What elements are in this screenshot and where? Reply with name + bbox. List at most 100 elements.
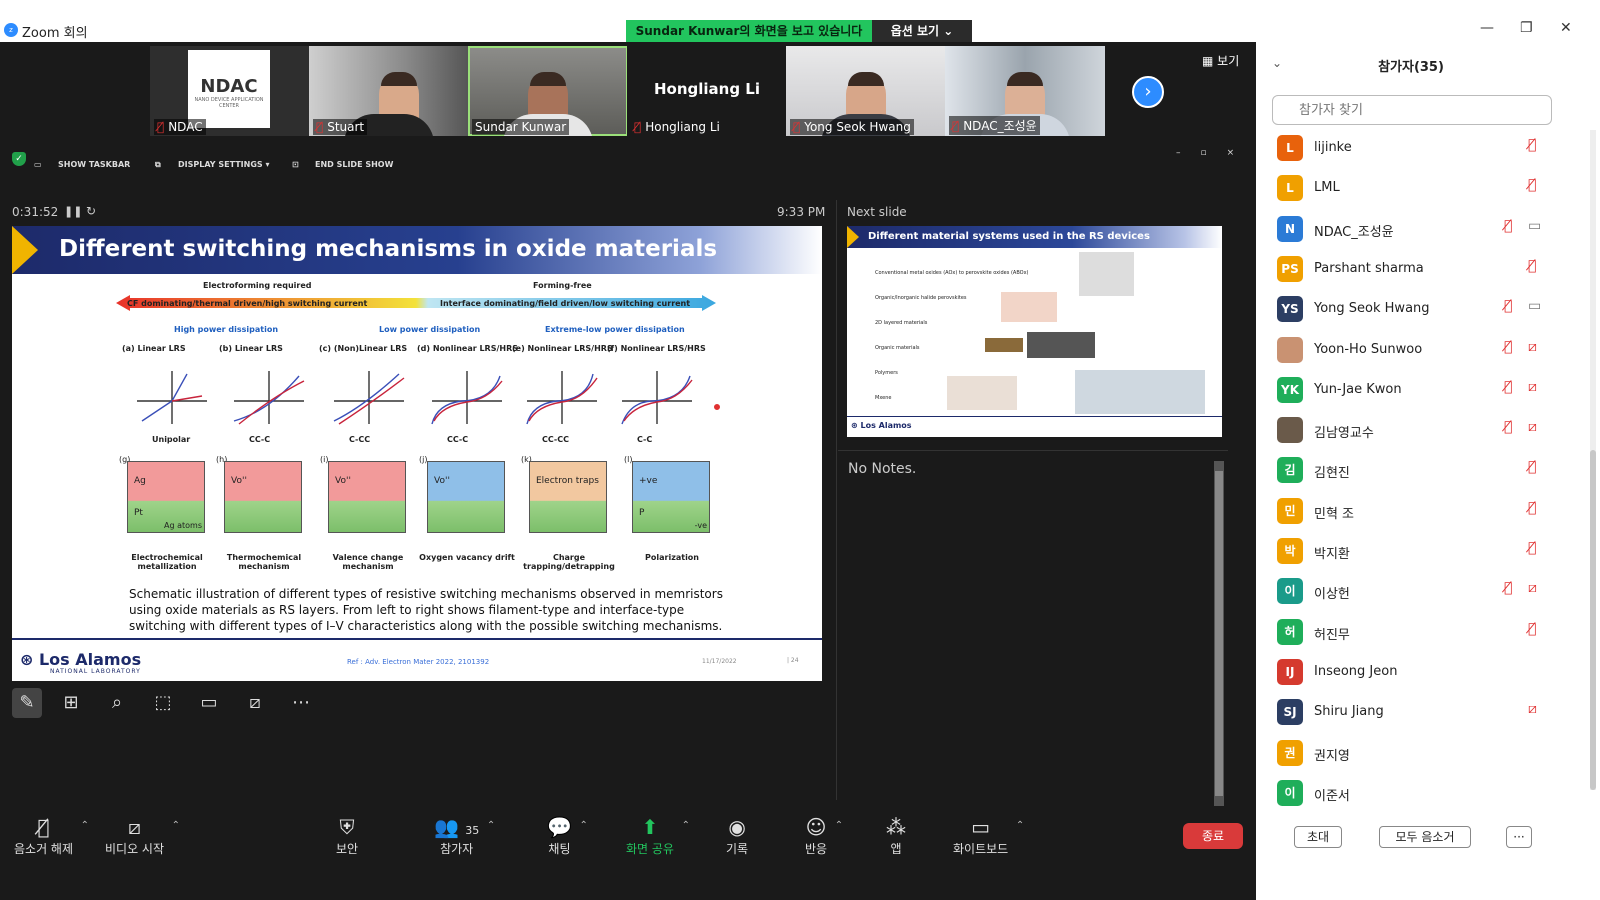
participant-name: 김현진 bbox=[1314, 466, 1350, 482]
share-screen-button[interactable]: ⬆ 화면 공유 ⌃ bbox=[626, 814, 690, 857]
avatar: 박 bbox=[1277, 538, 1303, 564]
zoom-magnifier-icon[interactable]: ⌕ bbox=[102, 688, 132, 718]
mic-muted-icon: 🎙̸ bbox=[1528, 257, 1537, 274]
participant-row[interactable]: PS Parshant sharma 🎙̸ bbox=[1256, 249, 1566, 289]
switching-mode-label: C-CC bbox=[349, 435, 371, 444]
participant-row[interactable]: SJ Shiru Jiang ⧄ bbox=[1256, 692, 1566, 732]
slideshow-window-controls[interactable]: –▫× bbox=[1176, 148, 1254, 158]
view-button[interactable]: ▦ 보기 bbox=[1202, 52, 1239, 69]
pen-icon[interactable]: ✎ bbox=[12, 688, 42, 718]
next-slide-preview[interactable]: Different material systems used in the R… bbox=[847, 226, 1222, 437]
next-slide-thumbnail bbox=[1075, 370, 1205, 414]
participant-row[interactable]: 김 김현진 🎙̸ bbox=[1256, 450, 1566, 490]
chevron-up-icon[interactable]: ⌃ bbox=[487, 820, 495, 831]
video-tile-yong-seok-hwang[interactable]: 🎙̸ Yong Seok Hwang bbox=[786, 46, 946, 136]
video-filmstrip: NDAC NANO DEVICE APPLICATION CENTER 🎙̸ NDA… bbox=[0, 42, 1280, 138]
participant-row[interactable]: 이 이상헌 🎙̸ ⧄ bbox=[1256, 571, 1566, 611]
participant-row[interactable]: 김남영교수 🎙̸ ⧄ bbox=[1256, 410, 1566, 450]
participant-row[interactable]: N NDAC_조성윤 🎙̸ ▭ bbox=[1256, 209, 1566, 249]
participant-search-input[interactable] bbox=[1272, 95, 1552, 125]
record-button[interactable]: ◉ 기록 bbox=[726, 814, 748, 857]
show-taskbar-button[interactable]: SHOW TASKBAR bbox=[58, 160, 130, 169]
participant-row[interactable]: IJ Inseong Jeon bbox=[1256, 652, 1566, 692]
atom-icon: ⊛ bbox=[20, 650, 34, 669]
avatar: YK bbox=[1277, 376, 1303, 403]
switching-mode-label: C-C bbox=[637, 435, 653, 444]
next-slide-bullet: Conventional metal oxides (AOx) to perov… bbox=[875, 270, 1029, 276]
close-icon[interactable]: ✕ bbox=[1560, 20, 1572, 36]
mechanism-schematic: Vo'' bbox=[328, 461, 406, 533]
video-tile-ndac-joseongyun[interactable]: 🎙̸ NDAC_조성윤 bbox=[945, 46, 1105, 136]
chat-button[interactable]: 💬 채팅 ⌃ bbox=[547, 814, 588, 857]
chevron-up-icon[interactable]: ⌃ bbox=[1016, 820, 1024, 831]
participant-row[interactable]: 권 권지영 bbox=[1256, 733, 1566, 773]
schematic-label: Ag bbox=[134, 476, 146, 486]
more-options-button[interactable]: ··· bbox=[1506, 826, 1532, 848]
chevron-up-icon[interactable]: ⌃ bbox=[682, 820, 690, 831]
invite-button[interactable]: 초대 bbox=[1294, 826, 1342, 848]
participants-count: 35 bbox=[465, 824, 480, 837]
iv-curve-plot bbox=[621, 371, 693, 425]
participant-row[interactable]: YS Yong Seok Hwang 🎙̸ ▭ bbox=[1256, 289, 1566, 329]
participant-row[interactable]: 이 이준서 bbox=[1256, 773, 1566, 813]
view-options-button[interactable]: 옵션 보기 ⌄ bbox=[872, 20, 972, 42]
apps-button[interactable]: ⁂ 앱 bbox=[886, 814, 906, 857]
start-video-button[interactable]: ⧄ 비디오 시작 ⌃ bbox=[105, 814, 180, 857]
speaker-notes[interactable]: No Notes. bbox=[838, 450, 1228, 812]
video-tile-ndac[interactable]: NDAC NANO DEVICE APPLICATION CENTER 🎙̸ NDA… bbox=[150, 46, 310, 136]
iv-curve-plot bbox=[333, 371, 405, 425]
next-slide-thumbnail bbox=[1001, 292, 1057, 322]
next-slide-bullet: 2D layered materials bbox=[875, 320, 928, 326]
participant-row[interactable]: 박 박지환 🎙̸ bbox=[1256, 531, 1566, 571]
participants-panel: — ❐ ✕ ⌄ 참가자(35) ⌕ Llijinke🎙̸LLML🎙̸NNDAC_… bbox=[1256, 0, 1600, 900]
minimize-icon[interactable]: — bbox=[1480, 20, 1494, 36]
mute-all-button[interactable]: 모두 음소거 bbox=[1379, 826, 1471, 848]
participant-name: Parshant sharma bbox=[1314, 260, 1424, 276]
chevron-right-icon[interactable]: › bbox=[1132, 76, 1164, 108]
participant-row[interactable]: Yoon-Ho Sunwoo 🎙̸ ⧄ bbox=[1256, 330, 1566, 370]
restart-icon[interactable]: ↻ bbox=[86, 204, 96, 218]
notes-scrollbar[interactable] bbox=[1214, 461, 1224, 811]
participant-row[interactable]: Llijinke 🎙̸ bbox=[1256, 128, 1566, 168]
avatar: YS bbox=[1277, 296, 1303, 323]
end-slide-show-button[interactable]: END SLIDE SHOW bbox=[315, 160, 393, 169]
end-meeting-button[interactable]: 종료 bbox=[1183, 823, 1243, 849]
shield-icon: ⛨ bbox=[339, 815, 355, 839]
subtitles-icon[interactable]: ▭ bbox=[194, 688, 224, 718]
see-all-slides-icon[interactable]: ⊞ bbox=[56, 688, 86, 718]
display-settings-button[interactable]: DISPLAY SETTINGS ▾ bbox=[178, 160, 269, 169]
more-options-icon[interactable]: ⋯ bbox=[286, 688, 316, 718]
pointer-options-icon[interactable]: ⬚ bbox=[148, 688, 178, 718]
participants-button[interactable]: 👥 35 참가자 ⌃ bbox=[434, 814, 495, 857]
restore-icon[interactable]: ❐ bbox=[1520, 20, 1533, 36]
next-slide-title: Different material systems used in the R… bbox=[868, 231, 1150, 242]
whiteboard-button[interactable]: ▭ 화이트보드 ⌃ bbox=[953, 814, 1024, 857]
slide-page-number: | 24 bbox=[787, 657, 799, 664]
chevron-up-icon[interactable]: ⌃ bbox=[81, 820, 89, 831]
video-tile-stuart[interactable]: 🎙̸ Stuart bbox=[309, 46, 469, 136]
security-button[interactable]: ⛨ 보안 bbox=[336, 814, 358, 857]
chevron-up-icon[interactable]: ⌃ bbox=[580, 820, 588, 831]
avatar: 권 bbox=[1277, 739, 1303, 766]
participant-row[interactable]: 민 민혁 조 🎙̸ bbox=[1256, 491, 1566, 531]
taskbar-icon: ▭ bbox=[34, 160, 42, 169]
participant-row[interactable]: L LML 🎙̸ bbox=[1256, 168, 1566, 208]
unmute-button[interactable]: 🎙̸ 음소거 해제 ⌃ bbox=[14, 814, 89, 857]
participant-name: 허진무 bbox=[1314, 627, 1350, 643]
slide-footer: ⊛ Los Alamos NATIONAL LABORATORY Ref : A… bbox=[12, 638, 822, 681]
participant-row[interactable]: YK Yun-Jae Kwon 🎙̸ ⧄ bbox=[1256, 370, 1566, 410]
participant-row[interactable]: 허 허진무 🎙̸ bbox=[1256, 612, 1566, 652]
video-tile-sundar-kunwar[interactable]: Sundar Kunwar bbox=[468, 46, 628, 136]
chevron-up-icon[interactable]: ⌃ bbox=[835, 820, 843, 831]
presenter-divider[interactable] bbox=[836, 200, 837, 800]
extreme-low-power-label: Extreme-low power dissipation bbox=[545, 325, 685, 334]
pause-icon[interactable]: ❚❚ bbox=[64, 205, 82, 218]
reactions-button[interactable]: ☺ 반응 ⌃ bbox=[805, 814, 843, 857]
camera-off-icon[interactable]: ⧄ bbox=[240, 688, 270, 718]
tile-name: Hongliang Li bbox=[645, 120, 720, 134]
video-tile-hongliang-li[interactable]: Hongliang Li 🎙̸ Hongliang Li bbox=[627, 46, 787, 136]
mic-muted-icon: 🎙̸ bbox=[1528, 540, 1537, 556]
panel-scrollbar[interactable] bbox=[1590, 130, 1596, 790]
chevron-up-icon[interactable]: ⌃ bbox=[172, 820, 180, 831]
next-slide-thumbnail bbox=[1079, 252, 1134, 296]
